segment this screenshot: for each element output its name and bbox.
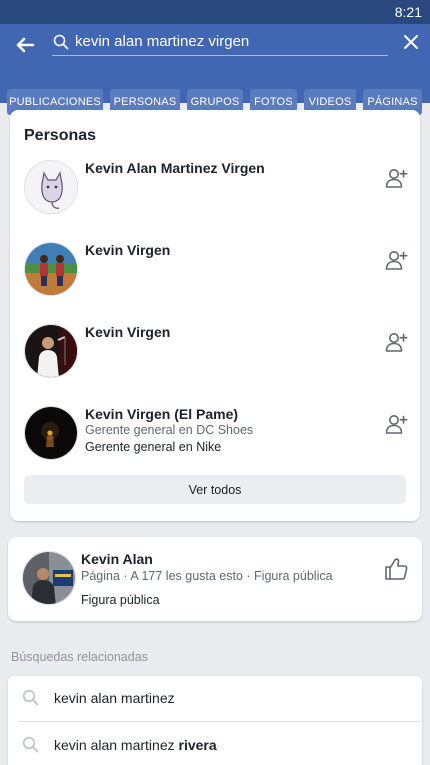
person-result[interactable]: Kevin Alan Martinez Virgen — [24, 160, 408, 216]
person-name[interactable]: Kevin Virgen — [85, 242, 170, 258]
divider — [18, 721, 422, 722]
related-search-text[interactable]: kevin alan martinez — [54, 690, 175, 706]
search-query[interactable]: kevin alan martinez virgen — [75, 33, 249, 50]
people-section-title: Personas — [24, 127, 97, 144]
person-result[interactable]: Kevin Virgen — [24, 242, 408, 298]
app-bar: kevin alan martinez virgen PUBLICACIONES… — [0, 24, 430, 115]
search-input[interactable]: kevin alan martinez virgen — [52, 30, 388, 56]
person-workplace: Gerente general en DC Shoes — [85, 423, 254, 437]
page-name[interactable]: Kevin Alan — [81, 551, 153, 567]
related-search-text[interactable]: kevin alan martinez rivera — [54, 737, 217, 753]
search-icon — [53, 34, 69, 50]
person-workplace: Gerente general en Nike — [85, 440, 222, 454]
page-avatar[interactable] — [22, 551, 76, 605]
person-result[interactable]: Kevin Virgen — [24, 324, 408, 380]
search-icon — [22, 736, 39, 753]
cat-drawing-avatar[interactable] — [24, 160, 78, 214]
like-icon[interactable] — [383, 556, 409, 582]
person-result[interactable]: Kevin Virgen (El Pame) Gerente general e… — [24, 406, 408, 462]
related-searches-list: kevin alan martinez kevin alan martinez … — [8, 676, 422, 765]
person-name[interactable]: Kevin Virgen — [85, 324, 170, 340]
add-friend-icon[interactable] — [384, 412, 408, 436]
page-result-card[interactable]: Kevin Alan Página · A 177 les gusta esto… — [8, 537, 422, 621]
related-search-item[interactable]: kevin alan martinez rivera — [8, 723, 422, 765]
related-search-item[interactable]: kevin alan martinez — [8, 676, 422, 722]
add-friend-icon[interactable] — [384, 248, 408, 272]
people-card: Personas Kevin Alan Martinez Virgen Kevi… — [10, 110, 420, 521]
person-name[interactable]: Kevin Virgen (El Pame) — [85, 406, 238, 422]
status-time: 8:21 — [394, 4, 422, 20]
singer-avatar[interactable] — [24, 324, 78, 378]
add-friend-icon[interactable] — [384, 330, 408, 354]
status-bar: 8:21 — [0, 0, 430, 24]
clear-search-icon[interactable] — [402, 33, 420, 51]
add-friend-icon[interactable] — [384, 166, 408, 190]
see-all-button[interactable]: Ver todos — [24, 475, 406, 504]
two-people-avatar[interactable] — [24, 242, 78, 296]
dark-stage-avatar[interactable] — [24, 406, 78, 460]
person-name[interactable]: Kevin Alan Martinez Virgen — [85, 160, 265, 176]
page-meta: Página · A 177 les gusta esto · Figura p… — [81, 569, 333, 583]
search-icon — [22, 689, 39, 706]
back-arrow-icon[interactable] — [12, 32, 38, 58]
page-category: Figura pública — [81, 593, 160, 607]
related-searches-title: Búsquedas relacionadas — [11, 650, 148, 664]
